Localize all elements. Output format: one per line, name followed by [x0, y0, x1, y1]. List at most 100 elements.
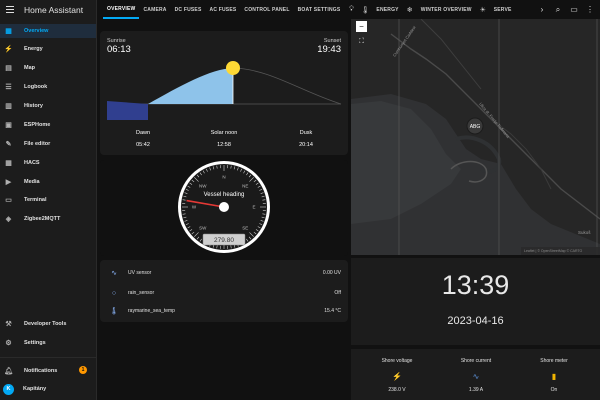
night-area [107, 101, 148, 120]
sidebar-item-file-editor[interactable]: ✎ File editor [0, 137, 96, 151]
clock-time: 13:39 [441, 270, 510, 300]
tab-sun-icon[interactable]: ☀ [476, 0, 490, 19]
chevron-right-icon[interactable]: › [536, 4, 548, 16]
sun-card: Sunrise 06:13 Sunset 19:43 Dawn 05:42 So… [100, 31, 348, 155]
sidebar: Home Assistant ▦ Overview ⚡ Energy ▤ Map… [0, 0, 97, 400]
search-icon[interactable]: ⌕ [552, 4, 564, 16]
sensor-row-uv[interactable]: ∿ UV sensor 0.00 UV [100, 266, 348, 280]
sensor-row-sea-temp[interactable]: 🌡︎ raymarine_sea_temp 15.4 °C [100, 304, 348, 318]
sidebar-item-label: Developer Tools [24, 321, 67, 327]
dusk-label: Dusk [299, 130, 313, 136]
shore-label: Shore current [460, 358, 492, 364]
tab-boat-settings[interactable]: BOAT SETTINGS [294, 0, 345, 19]
sidebar-item-zigbee2mqtt[interactable]: ◈ Zigbee2MQTT [0, 212, 96, 226]
fullscreen-icon[interactable]: ⛶ [357, 37, 366, 46]
tab-energy[interactable]: ENERGY [372, 0, 402, 19]
sidebar-item-label: File editor [24, 141, 51, 147]
gauge-mark-label: SW [199, 226, 207, 231]
wrench-icon: ✎ [5, 140, 12, 148]
sidebar-item-label: Media [24, 179, 40, 185]
sidebar-item-settings[interactable]: ⚙ Settings [0, 336, 96, 350]
sidebar-item-overview[interactable]: ▦ Overview [0, 24, 96, 38]
sensor-row-rain[interactable]: ○ rain_sensor Off [100, 286, 348, 300]
map-canvas[interactable]: Cumhuriyet Caddesi Ulica dr. Franje Tuđm… [351, 19, 600, 255]
gauge-value: 279.80 [214, 237, 234, 244]
shore-value: 1.39 A [468, 387, 484, 393]
sensor-name: UV sensor [128, 270, 152, 276]
sensor-value: 15.4 °C [324, 308, 341, 314]
sidebar-item-label: Notifications [24, 368, 58, 374]
gauge-hub [219, 202, 229, 212]
terminal-icon: ▭ [5, 196, 12, 204]
sidebar-item-label: Zigbee2MQTT [24, 216, 61, 222]
wave-icon: ∿ [111, 270, 117, 277]
dashboard-icon: ▦ [5, 27, 12, 35]
tab-ac-fuses[interactable]: AC FUSES [206, 0, 241, 19]
avatar: K [3, 383, 14, 395]
map-card[interactable]: Cumhuriyet Caddesi Ulica dr. Franje Tuđm… [351, 19, 600, 255]
esphome-icon: ▣ [5, 121, 12, 129]
shore-label: Shore voltage [381, 358, 413, 364]
tab-dc-fuses[interactable]: DC FUSES [171, 0, 206, 19]
sidebar-item-label: History [24, 103, 43, 109]
sidebar-item-label: Settings [24, 340, 46, 346]
tab-control-panel[interactable]: CONTROL PANEL [240, 0, 293, 19]
sidebar-item-label: Terminal [24, 197, 47, 203]
sidebar-item-esphome[interactable]: ▣ ESPHome [0, 118, 96, 132]
sidebar-item-media[interactable]: ▶ Media [0, 175, 96, 189]
meter-icon: ▮ [551, 371, 557, 381]
sensor-value: 0.00 UV [322, 270, 341, 276]
dawn-time: 05:42 [136, 142, 150, 148]
solar-noon-time: 12:58 [217, 142, 231, 148]
sidebar-item-energy[interactable]: ⚡ Energy [0, 42, 96, 56]
tab-winter-overview[interactable]: WINTER OVERVIEW [417, 0, 476, 19]
map-marker-label: ABG [470, 124, 481, 130]
sidebar-item-logbook[interactable]: ☰ Logbook [0, 80, 96, 94]
shore-card: Shore voltage ⚡ 238.0 V Shore current ∿ … [351, 349, 600, 400]
tab-overview[interactable]: OVERVIEW [103, 0, 140, 19]
voltage-icon: ⚡ [392, 371, 402, 381]
tab-thermometer-icon[interactable]: 🌡︎ [358, 0, 372, 19]
sidebar-item-developer-tools[interactable]: ⚒ Developer Tools [0, 317, 96, 331]
sensor-value: Off [334, 290, 341, 296]
map-attribution: Leaflet | © OpenStreetMap © CARTO [524, 249, 583, 253]
tab-serve[interactable]: SERVE [490, 0, 516, 19]
map-icon: ▤ [5, 64, 12, 72]
solar-noon-label: Solar noon [210, 130, 238, 136]
history-icon: ▥ [5, 102, 12, 110]
menu-icon[interactable] [6, 6, 14, 13]
sidebar-item-label: Overview [24, 28, 49, 34]
map-label: Sukoš [578, 230, 591, 235]
current-icon: ∿ [472, 371, 480, 381]
user-name: Kapitány [23, 386, 47, 392]
sidebar-item-label: HACS [24, 160, 40, 166]
sidebar-item-history[interactable]: ▥ History [0, 99, 96, 113]
tab-snowflake-icon[interactable]: ❄ [403, 0, 417, 19]
zoom-out-button[interactable]: − [356, 21, 367, 32]
top-actions: › ⌕ ▭ ⋮ [536, 0, 600, 19]
top-tab-bar: OVERVIEW CAMERA DC FUSES AC FUSES CONTRO… [97, 0, 600, 19]
sidebar-item-profile[interactable]: K Kapitány [0, 382, 96, 396]
sidebar-item-hacs[interactable]: ▦ HACS [0, 156, 96, 170]
notification-badge: 1 [79, 366, 87, 374]
dusk-time: 20:14 [299, 142, 313, 148]
shore-current-tile[interactable]: Shore current ∿ 1.39 A [436, 349, 516, 400]
heading-gauge-card: NNEESESSWWNW Vessel heading 279.80 [100, 160, 348, 256]
assist-icon[interactable]: ▭ [568, 4, 580, 16]
gear-icon: ⚙ [5, 339, 12, 347]
gauge-title: Vessel heading [204, 192, 245, 198]
lightning-icon: ⚡ [4, 45, 13, 53]
tab-lightbulb-icon[interactable]: 💡︎ [344, 0, 358, 19]
shore-meter-tile[interactable]: Shore meter ▮ On [514, 349, 594, 400]
sun-chart [107, 61, 342, 120]
sidebar-item-label: ESPHome [24, 122, 51, 128]
clock-card: 13:39 2023-04-16 [351, 258, 600, 345]
shore-voltage-tile[interactable]: Shore voltage ⚡ 238.0 V [357, 349, 437, 400]
circle-icon: ○ [111, 289, 117, 297]
sun-path-remaining [232, 67, 342, 105]
sidebar-item-map[interactable]: ▤ Map [0, 61, 96, 75]
hacs-icon: ▦ [5, 159, 12, 167]
more-vert-icon[interactable]: ⋮ [584, 4, 596, 16]
tab-camera[interactable]: CAMERA [139, 0, 170, 19]
sidebar-item-terminal[interactable]: ▭ Terminal [0, 193, 96, 207]
